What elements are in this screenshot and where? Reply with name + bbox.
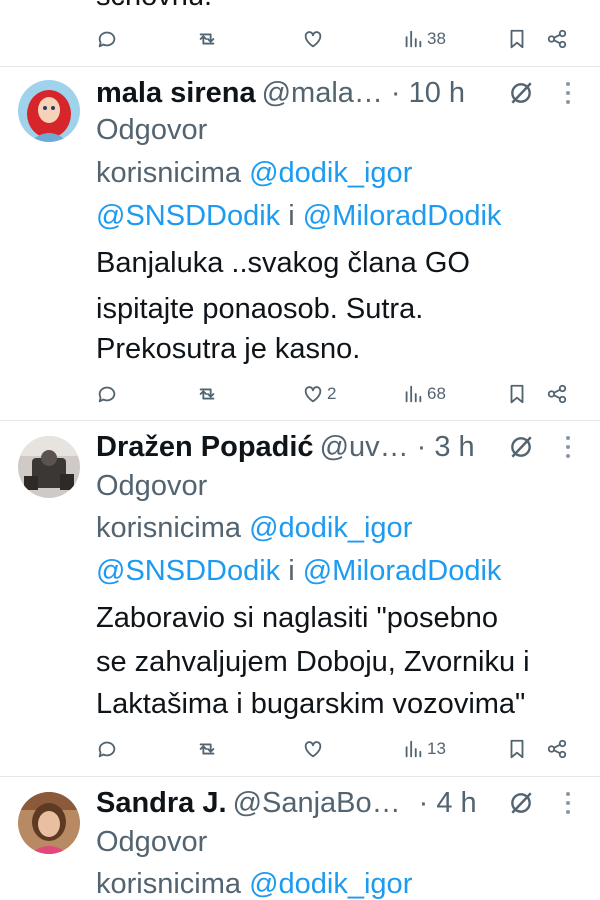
reply-button[interactable] (96, 377, 118, 411)
tweet-actions: 13 (0, 732, 600, 766)
share-button[interactable] (546, 377, 568, 411)
bookmark-icon (510, 739, 524, 759)
like-icon (304, 386, 322, 403)
display-name[interactable]: Dražen Popadić (96, 431, 314, 464)
more-options-button[interactable] (562, 434, 574, 460)
mention-link[interactable]: @dodik_igor (249, 512, 412, 544)
views-icon (405, 385, 422, 403)
user-handle[interactable]: @mala… (262, 77, 383, 110)
views-icon (405, 740, 422, 758)
reply-label: Odgovor (96, 470, 208, 502)
reply-context-line: korisnicima @dodik_igor (96, 152, 412, 194)
share-icon (547, 384, 567, 404)
reply-context-line: korisnicima @dodik_igor (96, 863, 412, 900)
mention-link[interactable]: @dodik_igor (249, 157, 412, 189)
reply-button[interactable] (96, 22, 118, 56)
reply-prefix: korisnicima (96, 157, 242, 189)
views-button[interactable]: 13 (402, 732, 446, 766)
user-handle[interactable]: @uv… (320, 431, 409, 464)
tweet-actions: 2 68 (0, 377, 600, 411)
share-icon (547, 739, 567, 759)
grok-button[interactable] (508, 80, 534, 106)
more-options-button[interactable] (562, 790, 574, 816)
user-handle[interactable]: @SanjaBo… (233, 787, 401, 820)
views-count: 38 (427, 29, 446, 48)
grok-icon (511, 436, 532, 458)
tweet: Sandra J. @SanjaBo… · 4 h Odgovor korisn… (0, 776, 600, 900)
grok-icon (511, 82, 532, 104)
like-button[interactable] (302, 732, 327, 766)
reply-context-line: @SNSDDodik i @MiloradDodik (96, 195, 501, 237)
like-icon (304, 31, 322, 48)
conjunction: i (288, 200, 295, 232)
views-button[interactable]: 38 (402, 22, 446, 56)
tweet-text-line: se zahvaljujem Doboju, Zvorniku i (96, 646, 530, 678)
tweet-text-line: Banjaluka ..svakog člana GO (96, 247, 470, 279)
grok-icon (511, 792, 532, 814)
bookmark-button[interactable] (506, 22, 528, 56)
reply-context-line: @SNSDDodik i @MiloradDodik (96, 550, 501, 592)
reply-icon (98, 386, 116, 403)
share-icon (547, 29, 567, 49)
display-name[interactable]: mala sirena (96, 77, 256, 110)
bookmark-button[interactable] (506, 377, 528, 411)
reply-label: Odgovor (96, 826, 208, 858)
mention-link[interactable]: @MiloradDodik (303, 555, 502, 587)
mention-link[interactable]: @dodik_igor (249, 868, 412, 900)
retweet-button[interactable] (196, 732, 218, 766)
like-button[interactable] (302, 22, 324, 56)
reply-prefix: korisnicima (96, 512, 242, 544)
previous-tweet-partial: schovnu. 38 (0, 0, 600, 66)
like-count: 2 (327, 384, 337, 403)
mention-link[interactable]: @SNSDDodik (96, 200, 280, 232)
tweet-text-line: Prekosutra je kasno. (96, 333, 361, 365)
reply-context-line: korisnicima @dodik_igor (96, 507, 412, 549)
avatar[interactable] (18, 792, 80, 854)
previous-tweet-actions: 38 (0, 22, 600, 56)
bookmark-icon (510, 29, 524, 49)
bookmark-icon (510, 384, 524, 404)
retweet-icon (199, 33, 215, 45)
mention-link[interactable]: @MiloradDodik (303, 200, 502, 232)
share-button[interactable] (546, 22, 568, 56)
conjunction: i (288, 555, 295, 587)
reply-button[interactable] (96, 732, 118, 766)
mention-link[interactable]: @SNSDDodik (96, 555, 280, 587)
reply-prefix: korisnicima (96, 868, 242, 900)
views-icon (405, 30, 422, 48)
views-count: 13 (427, 739, 446, 758)
timestamp[interactable]: · 3 h (417, 431, 475, 464)
retweet-icon (199, 743, 215, 755)
tweet-header: Sandra J. @SanjaBo… · 4 h (96, 781, 477, 825)
retweet-icon (199, 388, 215, 400)
avatar[interactable] (18, 80, 80, 142)
reply-icon (98, 31, 116, 48)
timestamp[interactable]: · 10 h (391, 77, 465, 110)
tweet-text-line: Laktašima i bugarskim vozovima" (96, 688, 526, 720)
avatar[interactable] (18, 436, 80, 498)
tweet: mala sirena @mala… · 10 h Odgovor korisn… (0, 66, 600, 420)
tweet-text-line: Zaboravio si naglasiti "posebno (96, 602, 499, 634)
retweet-button[interactable] (196, 377, 218, 411)
display-name[interactable]: Sandra J. (96, 787, 227, 820)
views-button[interactable]: 68 (402, 377, 446, 411)
more-options-button[interactable] (562, 80, 574, 106)
like-button[interactable]: 2 (302, 377, 336, 411)
tweet-text-line: ispitajte ponaosob. Sutra. (96, 293, 424, 325)
previous-tweet-text: schovnu. (96, 0, 212, 14)
timestamp[interactable]: · 4 h (419, 787, 477, 820)
tweet: Dražen Popadić @uv… · 3 h Odgovor korisn… (0, 420, 600, 776)
retweet-button[interactable] (196, 22, 218, 56)
grok-button[interactable] (508, 790, 534, 816)
reply-label: Odgovor (96, 114, 208, 146)
grok-button[interactable] (508, 434, 534, 460)
views-count: 68 (427, 384, 446, 403)
share-button[interactable] (546, 732, 568, 766)
like-icon (304, 741, 322, 758)
tweet-header: Dražen Popadić @uv… · 3 h (96, 425, 475, 469)
bookmark-button[interactable] (506, 732, 528, 766)
reply-icon (98, 741, 116, 758)
